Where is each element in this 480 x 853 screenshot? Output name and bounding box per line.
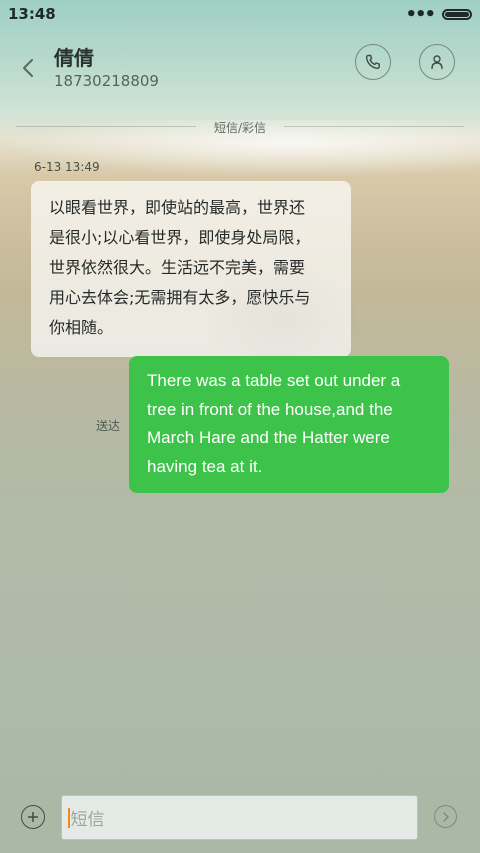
- outgoing-message-line: tree in front of the house,and the: [147, 399, 393, 419]
- message-timestamp: 6-13 13:49: [34, 160, 100, 174]
- back-button[interactable]: [14, 54, 42, 82]
- plus-circle-icon: [28, 812, 38, 822]
- sms-divider: 短信/彩信: [0, 117, 480, 137]
- send-button[interactable]: [434, 805, 457, 828]
- chevron-left-icon: [23, 59, 33, 77]
- divider-line: [16, 126, 196, 127]
- conversation-header: 倩倩 18730218809: [0, 36, 480, 96]
- phone-icon: [365, 54, 380, 70]
- incoming-message-line: 你相随。: [49, 318, 114, 337]
- delivery-status: 送达: [96, 419, 121, 433]
- messaging-screen: 13:48 ••• 倩倩 18730218809 短信/彩信 6-13 13:4…: [0, 0, 480, 853]
- contact-number: 18730218809: [54, 72, 159, 90]
- status-bar: 13:48 •••: [0, 0, 480, 28]
- status-icons: •••: [405, 4, 472, 25]
- send-arrow-icon: [442, 811, 449, 822]
- person-icon: [431, 55, 443, 70]
- outgoing-message-line: There was a table set out under a: [147, 371, 401, 390]
- status-time: 13:48: [8, 5, 56, 23]
- incoming-message-line: 是很小;以心看世界，即使身处局限，: [49, 228, 311, 247]
- incoming-message-line: 用心去体会;无需拥有太多，愿快乐与: [49, 288, 311, 307]
- message-input-placeholder: 短信: [70, 810, 105, 830]
- sms-divider-label: 短信/彩信: [213, 120, 267, 135]
- text-caret: [68, 807, 70, 828]
- outgoing-message-bubble[interactable]: There was a table set out under a tree i…: [129, 356, 449, 493]
- divider-line: [284, 126, 464, 127]
- outgoing-message-line: March Hare and the Hatter were: [147, 428, 390, 447]
- outgoing-message-line: having tea at it.: [147, 456, 263, 476]
- incoming-message-line: 世界依然很大。生活远不完美，需要: [49, 258, 306, 277]
- more-dots-icon: •••: [405, 3, 435, 25]
- add-attachment-button[interactable]: [21, 805, 45, 829]
- call-button[interactable]: [355, 44, 391, 80]
- message-composer: 短信: [0, 790, 480, 845]
- incoming-message-line: 以眼看世界，即使站的最高，世界还: [49, 198, 306, 217]
- contact-name: 倩倩: [54, 46, 94, 70]
- message-input[interactable]: 短信: [61, 795, 418, 840]
- battery-icon: [442, 8, 472, 20]
- incoming-message-bubble[interactable]: 以眼看世界，即使站的最高，世界还 是很小;以心看世界，即使身处局限， 世界依然很…: [31, 181, 351, 357]
- contact-profile-button[interactable]: [419, 44, 455, 80]
